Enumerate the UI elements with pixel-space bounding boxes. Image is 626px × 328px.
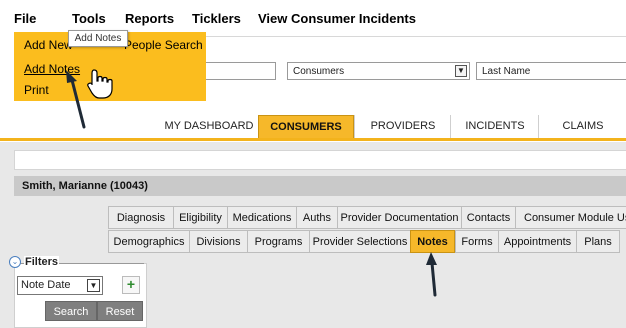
tooltip-add-notes: Add Notes — [68, 30, 128, 47]
filter-field-value: Note Date — [21, 279, 71, 291]
subtab-diagnosis[interactable]: Diagnosis — [108, 206, 173, 229]
tab-incidents[interactable]: INCIDENTS — [450, 115, 539, 138]
search-strip — [206, 36, 626, 59]
subtab-consumer-module-use[interactable]: Consumer Module Use — [515, 206, 626, 229]
chevron-circle-icon[interactable]: ⌄ — [9, 256, 21, 268]
subtab-medications[interactable]: Medications — [227, 206, 296, 229]
menu-view-consumer-incidents[interactable]: View Consumer Incidents — [258, 11, 416, 26]
menu-bar: File Tools Reports Ticklers View Consume… — [0, 0, 626, 30]
menu-tools[interactable]: Tools — [72, 11, 106, 26]
subtab-forms[interactable]: Forms — [455, 230, 498, 253]
subtab-notes[interactable]: Notes — [410, 230, 455, 253]
search-field-value: Last Name — [482, 66, 531, 77]
subtab-plans[interactable]: Plans — [576, 230, 620, 253]
consumer-name: Smith, Marianne (10043) — [22, 180, 148, 192]
main-tab-bar: MY DASHBOARD CONSUMERS PROVIDERS INCIDEN… — [0, 115, 626, 141]
menu-item-add-new[interactable]: Add New — [24, 38, 73, 52]
subtab-contacts[interactable]: Contacts — [461, 206, 515, 229]
chevron-down-icon: ▼ — [455, 65, 467, 77]
chevron-down-icon: ▼ — [87, 279, 100, 292]
subtab-divisions[interactable]: Divisions — [189, 230, 247, 253]
reset-button[interactable]: Reset — [97, 301, 143, 321]
subtab-provider-selections[interactable]: Provider Selections — [309, 230, 410, 253]
menu-item-print[interactable]: Print — [24, 83, 49, 97]
tab-providers[interactable]: PROVIDERS — [354, 115, 451, 138]
add-filter-button[interactable]: + — [122, 276, 140, 294]
menu-file[interactable]: File — [14, 11, 36, 26]
tab-my-dashboard[interactable]: MY DASHBOARD — [160, 115, 258, 138]
subtab-appointments[interactable]: Appointments — [498, 230, 576, 253]
search-field-select[interactable]: Last Name — [476, 62, 626, 80]
toolbar-strip — [14, 150, 626, 170]
tab-claims[interactable]: CLAIMS — [538, 115, 626, 138]
menu-item-add-notes[interactable]: Add Notes — [24, 62, 80, 76]
filters-title: Filters — [24, 256, 60, 268]
people-search-text: People Search — [124, 38, 203, 52]
subtab-programs[interactable]: Programs — [247, 230, 309, 253]
subtab-provider-documentation[interactable]: Provider Documentation — [337, 206, 461, 229]
menu-reports[interactable]: Reports — [125, 11, 174, 26]
search-button[interactable]: Search — [45, 301, 97, 321]
search-type-value: Consumers — [293, 66, 345, 77]
plus-icon: + — [126, 276, 136, 292]
search-type-select[interactable]: Consumers ▼ — [287, 62, 470, 80]
tab-consumers[interactable]: CONSUMERS — [258, 115, 354, 138]
subtab-auths[interactable]: Auths — [296, 206, 337, 229]
subtab-demographics[interactable]: Demographics — [108, 230, 189, 253]
subtab-eligibility[interactable]: Eligibility — [173, 206, 227, 229]
menu-ticklers[interactable]: Ticklers — [192, 11, 241, 26]
